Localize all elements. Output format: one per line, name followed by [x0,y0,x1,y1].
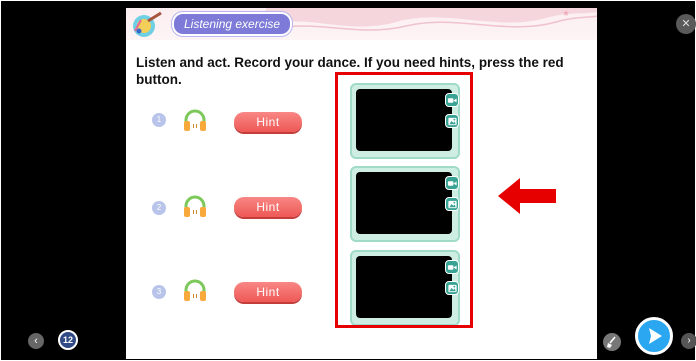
hint-button[interactable]: Hint [234,112,302,132]
exercise-row-2: 2 Hint [126,192,326,222]
play-send-icon[interactable] [635,317,673,355]
close-icon[interactable]: ✕ [676,14,696,34]
highlight-box [335,72,473,328]
hint-button[interactable]: Hint [234,197,302,217]
music-guitar-icon [133,11,162,37]
headphones-icon[interactable] [182,278,208,304]
left-arrow-icon [498,178,556,214]
exercise-number: 2 [152,201,166,215]
exercise-row-1: 1 Hint [126,108,326,138]
header-banner: Listening exercise [126,8,597,40]
headphones-icon[interactable] [182,194,208,220]
page-number-badge[interactable]: 12 [58,330,78,350]
header-decoration [266,8,597,31]
section-tag: Listening exercise [172,12,293,36]
headphones-icon[interactable] [182,108,208,134]
exercise-number: 3 [152,285,166,299]
chevron-left-icon[interactable]: ‹ [28,333,44,349]
hint-button[interactable]: Hint [234,282,302,302]
exercise-row-3: 3 Hint [126,276,326,306]
chevron-right-icon[interactable]: › [681,333,696,349]
exercise-number: 1 [152,113,166,127]
brush-icon[interactable] [603,333,621,351]
